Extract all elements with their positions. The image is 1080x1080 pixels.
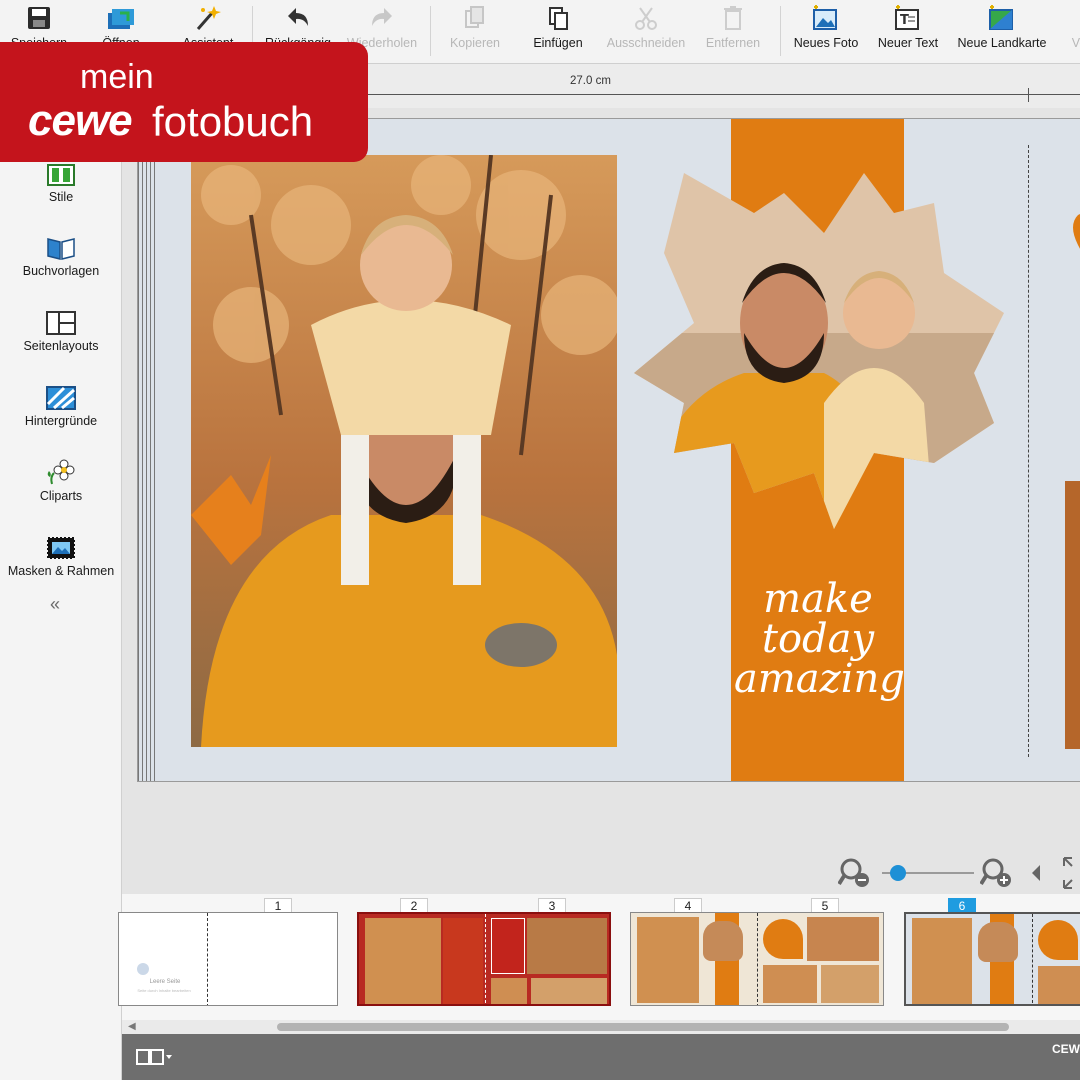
heart-shape-partial[interactable]	[1068, 205, 1080, 285]
brand-word-mein: mein	[80, 58, 154, 96]
empty-page-label: Leere Seite	[149, 979, 181, 985]
new-photo-button[interactable]: Neues Foto	[788, 0, 864, 64]
undo-icon	[284, 0, 312, 36]
cut-label: Ausschneiden	[606, 36, 686, 50]
page-layouts-icon	[46, 305, 76, 335]
thumbnail-pages-4-5[interactable]	[630, 912, 884, 1006]
new-text-button[interactable]: T Neuer Text	[872, 0, 944, 64]
brand-banner: mein cewe fotobuch	[0, 42, 368, 162]
bottom-bar-label: CEW	[1052, 1042, 1080, 1056]
zoom-slider-handle[interactable]	[890, 865, 906, 881]
copy-label: Kopieren	[449, 36, 501, 50]
quote-line-2: today	[761, 616, 875, 662]
book-spine	[138, 119, 156, 781]
filmstrip-scrollbar[interactable]: ◀	[122, 1020, 1080, 1034]
new-photo-icon	[812, 0, 840, 36]
thumbnail-pages-2-3[interactable]	[357, 912, 611, 1006]
toolbar-overflow-button[interactable]: Ve	[1064, 0, 1080, 64]
sidebar-label-masks-frames: Masken & Rahmen	[7, 564, 115, 578]
brand-logo-cewe: cewe	[28, 96, 133, 145]
previous-page-icon[interactable]	[1030, 864, 1042, 882]
new-map-button[interactable]: Neue Landkarte	[952, 0, 1052, 64]
delete-label: Entfernen	[705, 36, 761, 50]
sidebar-item-page-layouts[interactable]: Seitenlayouts	[0, 305, 122, 353]
open-icon	[106, 0, 136, 36]
zoom-out-icon[interactable]	[838, 856, 872, 890]
paste-button[interactable]: Einfügen	[522, 0, 594, 64]
empty-page-hint: Seite durch Inhalte bearbeiten	[137, 988, 191, 993]
filmstrip-scroll-thumb[interactable]	[277, 1023, 1009, 1031]
wizard-icon	[194, 0, 222, 36]
new-map-icon	[988, 0, 1016, 36]
quote-line-3: amazing	[734, 656, 905, 702]
cut-icon	[634, 0, 658, 36]
bottom-status-bar: CEW	[122, 1034, 1080, 1080]
sidebar-label-book-templates: Buchvorlagen	[22, 264, 100, 278]
cliparts-icon	[46, 455, 76, 485]
thumbnail-pages-6-7[interactable]	[904, 912, 1080, 1006]
zoom-control	[838, 852, 1080, 892]
fit-to-screen-icon[interactable]	[1062, 856, 1080, 890]
new-photo-label: Neues Foto	[793, 36, 859, 50]
overflow-label: Ve	[1071, 36, 1080, 50]
scroll-left-icon[interactable]: ◀	[128, 1021, 136, 1032]
new-text-label: Neuer Text	[877, 36, 939, 50]
page-view-icon[interactable]	[136, 1046, 174, 1068]
sidebar-label-styles: Stile	[48, 190, 74, 204]
masks-frames-icon	[46, 530, 76, 560]
quote-text[interactable]: make today amazing	[734, 576, 905, 702]
page-fold-line	[1028, 145, 1029, 757]
page-filmstrip: 1 2 3 4 5 6 Leere Seite Seite durch Inha…	[118, 894, 1080, 1034]
sidebar-item-masks-frames[interactable]: Masken & Rahmen	[0, 530, 122, 578]
sidebar-collapse-button[interactable]: «	[50, 594, 60, 615]
sidebar-item-book-templates[interactable]: Buchvorlagen	[0, 230, 122, 278]
maple-leaf-photo[interactable]	[634, 173, 1004, 529]
quote-line-1: make	[763, 576, 873, 622]
book-spread[interactable]: make today amazing	[137, 118, 1080, 782]
save-icon	[26, 0, 52, 36]
sidebar-item-cliparts[interactable]: Cliparts	[0, 455, 122, 503]
trash-icon	[723, 0, 743, 36]
sidebar-label-cliparts: Cliparts	[39, 489, 83, 503]
brand-word-fotobuch: fotobuch	[152, 98, 314, 145]
svg-text:T: T	[900, 13, 909, 28]
paste-icon	[547, 0, 569, 36]
photo-father-child[interactable]	[191, 155, 617, 747]
cut-button[interactable]: Ausschneiden	[604, 0, 688, 64]
ruler-width-label: 27.0 cm	[570, 75, 611, 87]
paste-label: Einfügen	[533, 36, 583, 50]
copy-icon	[464, 0, 486, 36]
toolbar-separator	[780, 6, 781, 56]
left-sidebar: Stile Buchvorlagen Seitenlayouts Hinterg…	[0, 64, 122, 1080]
sidebar-label-page-layouts: Seitenlayouts	[23, 339, 99, 353]
editor-canvas: 27.0 cm make today amazing	[122, 64, 1080, 894]
new-text-icon: T	[894, 0, 922, 36]
copy-button[interactable]: Kopieren	[440, 0, 510, 64]
photo-partial-right[interactable]	[1065, 481, 1080, 749]
ruler-tick	[1028, 88, 1029, 102]
zoom-in-icon[interactable]	[980, 856, 1014, 890]
sidebar-item-backgrounds[interactable]: Hintergründe	[0, 380, 122, 428]
redo-icon	[368, 0, 396, 36]
new-map-label: Neue Landkarte	[957, 36, 1047, 50]
info-icon	[137, 963, 149, 975]
backgrounds-icon	[46, 380, 76, 410]
delete-button[interactable]: Entfernen	[700, 0, 766, 64]
thumbnail-pages-0-1[interactable]: Leere Seite Seite durch Inhalte bearbeit…	[118, 912, 338, 1006]
book-templates-icon	[46, 230, 76, 260]
toolbar-separator	[430, 6, 431, 56]
sidebar-item-styles[interactable]: Stile	[0, 156, 122, 204]
sidebar-label-backgrounds: Hintergründe	[24, 414, 98, 428]
